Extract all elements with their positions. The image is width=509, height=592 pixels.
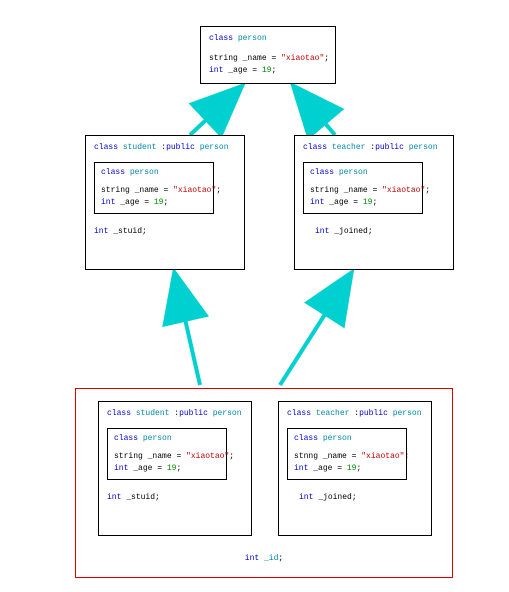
student-stuid: int _stuid; <box>94 226 236 238</box>
teacher-joined: int _joined; <box>315 226 445 238</box>
bottom-student-box: class student :public person class perso… <box>98 401 252 536</box>
person-box: class person string _name = "xiaotao"; i… <box>200 26 336 84</box>
teacher-box: class teacher :public person class perso… <box>294 135 454 270</box>
bottom-student-inner: class person string _name = "xiaotao"; i… <box>107 428 227 480</box>
cls-person: person <box>238 34 267 43</box>
person-age: int _age = 19; <box>209 65 327 77</box>
combined-id: int _id; <box>76 553 452 565</box>
kw-class: class <box>209 34 233 43</box>
teacher-decl: class teacher :public person <box>303 142 445 154</box>
person-decl: class person <box>209 33 327 45</box>
person-name: string _name = "xiaotao"; <box>209 53 327 65</box>
teacher-inner-person: class person string _name = "xiaotao"; i… <box>303 162 423 214</box>
bottom-teacher-box: class teacher :public person class perso… <box>278 401 432 536</box>
student-decl: class student :public person <box>94 142 236 154</box>
student-box: class student :public person class perso… <box>85 135 245 270</box>
derived-combined-box: class student :public person class perso… <box>75 388 453 578</box>
student-inner-person: class person string _name = "xiaotao"; i… <box>94 162 214 214</box>
bottom-teacher-inner: class person stnng _name = "xiaotao"; in… <box>287 428 407 480</box>
